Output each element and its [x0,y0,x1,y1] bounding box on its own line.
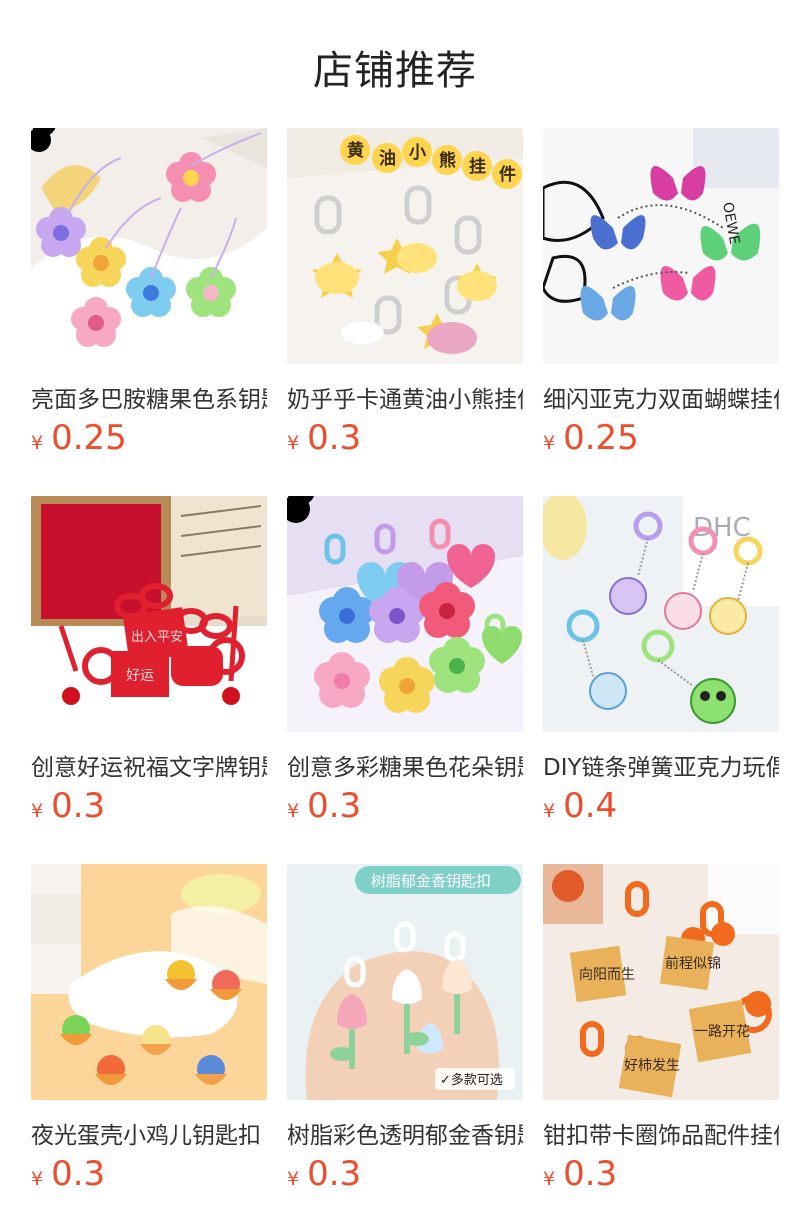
product-price: ¥0.3 [287,1154,361,1194]
product-name[interactable]: 奶乎乎卡通黄油小熊挂件 [287,380,523,414]
product-card[interactable]: 创意多彩糖果色花朵钥匙扣 ¥0.3 [287,496,523,826]
currency-symbol: ¥ [287,800,300,822]
product-price: ¥0.3 [287,418,361,458]
tag-text: 好运 [126,668,154,684]
currency-symbol: ¥ [31,432,44,454]
product-price: ¥0.3 [31,1154,105,1194]
price-value: 0.4 [563,786,618,826]
product-card[interactable]: 夜光蛋壳小鸡儿钥匙扣 ¥0.3 [31,864,267,1194]
price-value: 0.3 [563,1154,618,1194]
product-price: ¥0.25 [31,418,127,458]
tag-text: 向阳而生 [579,967,635,983]
banner-char: 黄 [347,140,364,161]
product-image[interactable]: 向阳而生 前程似锦 一路开花 好柿发生 [543,864,779,1100]
product-card[interactable]: 树脂郁金香钥匙扣 ✓多款可选 树脂彩色透明郁金香钥匙扣 ¥0.3 [287,864,523,1194]
lucky-tag-keychains-image: 出入平安 好运 [31,496,267,732]
banner-char: 小 [409,143,426,163]
banner-char: 熊 [439,150,456,171]
price-value: 0.3 [51,1154,106,1194]
currency-symbol: ¥ [543,1168,556,1190]
tag-text: 出入平安 [131,630,183,645]
product-card[interactable]: DHC DIY链条弹簧亚克力玩偶挂件 ¥0.4 [543,496,779,826]
tag-text: 前程似锦 [665,955,721,972]
price-value: 0.3 [307,786,362,826]
product-name[interactable]: 创意多彩糖果色花朵钥匙扣 [287,748,523,782]
product-card[interactable]: 亮面多巴胺糖果色系钥匙扣 ¥0.25 [31,128,267,458]
product-name[interactable]: 钳扣带卡圈饰品配件挂件 [543,1116,779,1150]
product-name[interactable]: 树脂彩色透明郁金香钥匙扣 [287,1116,523,1150]
price-value: 0.3 [307,1154,362,1194]
butter-bear-keychains-image: 黄 油 小 熊 挂 件 [287,128,523,364]
acrylic-character-keychains-image: DHC [543,496,779,732]
product-image[interactable] [31,864,267,1100]
banner-char: 件 [499,164,516,185]
currency-symbol: ¥ [543,432,556,454]
product-name[interactable]: 创意好运祝福文字牌钥匙扣 [31,748,267,782]
banner-text: 树脂郁金香钥匙扣 [371,872,491,890]
tag-text: 好柿发生 [624,1057,680,1074]
currency-symbol: ¥ [31,1168,44,1190]
product-name[interactable]: 亮面多巴胺糖果色系钥匙扣 [31,380,267,414]
price-value: 0.25 [51,418,127,458]
product-price: ¥0.3 [287,786,361,826]
currency-symbol: ¥ [31,800,44,822]
currency-symbol: ¥ [287,432,300,454]
product-image[interactable]: DHC [543,496,779,732]
banner-char: 挂 [469,156,486,177]
product-price: ¥0.25 [543,418,639,458]
candy-flower-keychains-image [287,496,523,732]
product-image[interactable] [287,496,523,732]
flower-keychains-image [31,128,267,364]
product-price: ¥0.4 [543,786,617,826]
product-name[interactable]: DIY链条弹簧亚克力玩偶挂件 [543,748,779,782]
tag-text: 一路开花 [694,1024,750,1040]
product-price: ¥0.3 [543,1154,617,1194]
product-image[interactable]: 黄 油 小 熊 挂 件 [287,128,523,364]
product-name[interactable]: 夜光蛋壳小鸡儿钥匙扣 [31,1116,267,1150]
product-card[interactable]: 向阳而生 前程似锦 一路开花 好柿发生 钳扣带卡圈饰品配件挂件 ¥0.3 [543,864,779,1194]
product-price: ¥0.3 [31,786,105,826]
currency-symbol: ¥ [287,1168,300,1190]
product-image[interactable]: 树脂郁金香钥匙扣 ✓多款可选 [287,864,523,1100]
product-image[interactable]: OEWE [543,128,779,364]
currency-symbol: ¥ [543,800,556,822]
badge-text: ✓多款可选 [440,1072,503,1088]
tulip-keychains-image: 树脂郁金香钥匙扣 ✓多款可选 [287,864,523,1100]
price-value: 0.3 [307,418,362,458]
product-image[interactable]: 出入平安 好运 [31,496,267,732]
product-card[interactable]: 黄 油 小 熊 挂 件 奶乎乎卡通黄油小熊挂件 ¥ 0.3 [287,128,523,458]
bell-tag-keychains-image: 向阳而生 前程似锦 一路开花 好柿发生 [543,864,779,1100]
product-card[interactable]: OEWE 细闪亚克力双面蝴蝶挂件 ¥0.25 [543,128,779,458]
product-image[interactable] [31,128,267,364]
butterfly-pendants-image: OEWE [543,128,779,364]
product-card[interactable]: 出入平安 好运 创意好运祝福文字牌钥匙扣 ¥0.3 [31,496,267,826]
banner-char: 油 [379,148,396,169]
product-name[interactable]: 细闪亚克力双面蝴蝶挂件 [543,380,779,414]
price-value: 0.25 [563,418,639,458]
eggshell-chick-keychains-image [31,864,267,1100]
page-title: 店铺推荐 [313,48,477,94]
price-value: 0.3 [51,786,106,826]
